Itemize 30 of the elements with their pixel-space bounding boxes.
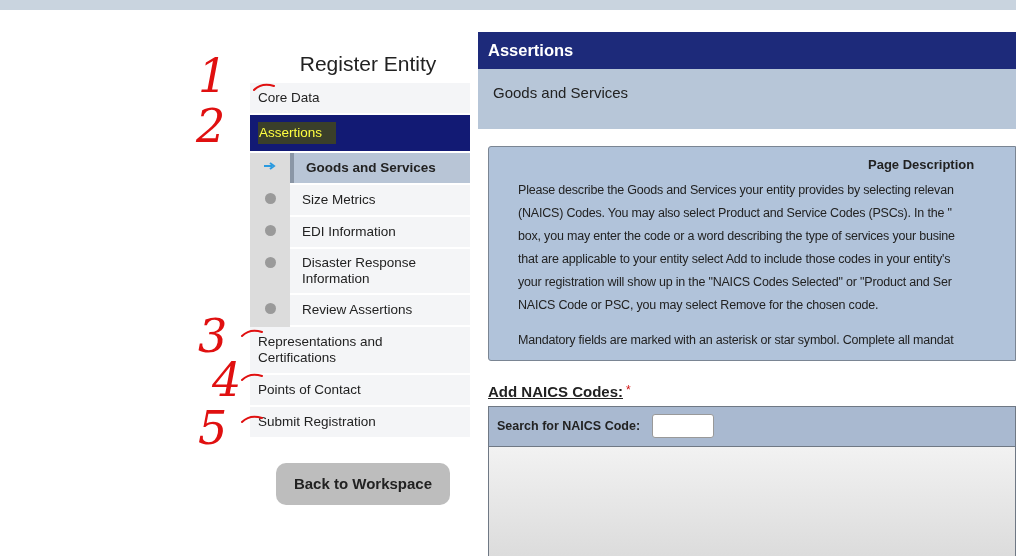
sidebar-subitem[interactable]: EDI Information [290, 216, 470, 247]
sidebar-item[interactable]: Representations and Certifications [250, 326, 470, 373]
description-title: Page Description [868, 156, 976, 175]
back-to-workspace-button[interactable]: Back to Workspace [275, 462, 451, 505]
sidebar-item[interactable]: Submit Registration [250, 406, 470, 437]
description-line: (NAICS) Codes. You may also select Product and Service Codes (PSCs). In the " [518, 204, 953, 222]
sidebar-title: Register Entity [298, 51, 438, 77]
annotation-number: 5 [198, 404, 228, 452]
sidebar-item[interactable]: Core Data [250, 82, 470, 113]
description-line: that are applicable to your entity select Add to include those codes in your entity's [518, 250, 952, 268]
annotation-number: 2 [196, 102, 226, 150]
search-label: Search for NAICS Code: [497, 417, 641, 435]
sidebar-item[interactable]: Points of Contact [250, 374, 470, 405]
description-line: your registration will show up in the "NAICS Codes Selected" or "Product and Ser [518, 273, 953, 291]
section-heading: Add NAICS Codes: [488, 382, 623, 403]
required-mark: * [626, 382, 631, 400]
highlighted-label: Assertions [258, 121, 337, 144]
description-line: Please describe the Goods and Services your entity provides by selecting relevan [518, 181, 955, 199]
sidebar-subitem[interactable]: Size Metrics [290, 184, 470, 215]
description-line: box, you may enter the code or a word describing the type of services your busine [518, 227, 956, 245]
sidebar-subitem[interactable]: Goods and Services [290, 152, 470, 183]
section-subheader: Goods and Services [478, 68, 1016, 130]
section-header: Assertions [478, 32, 1016, 69]
mandatory-note: Mandatory fields are marked with an asterisk or star symbol. Complete all mandat [518, 332, 955, 350]
sidebar-item[interactable]: Assertions [250, 114, 470, 151]
sidebar-subitem[interactable]: Review Assertions [290, 294, 470, 325]
search-field[interactable] [652, 414, 715, 439]
annotation-number: 1 [198, 52, 228, 100]
description-line: NAICS Code or PSC, you may select Remove for the chosen code. [518, 296, 880, 314]
sidebar-subitem[interactable]: Disaster Response Information [290, 248, 470, 293]
